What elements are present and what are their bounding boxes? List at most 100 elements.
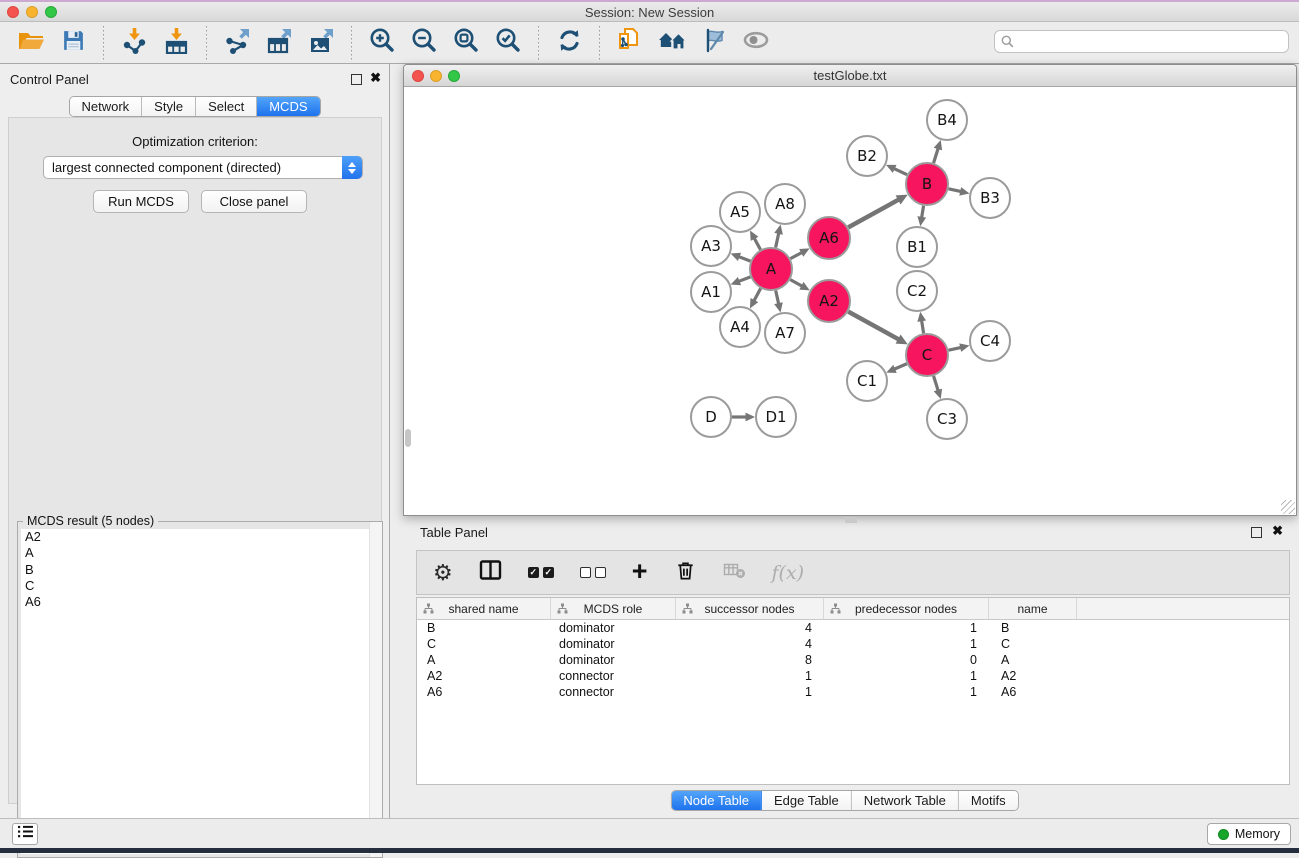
table-toolbar: ⚙ ✓✓ + f(x) bbox=[416, 550, 1290, 595]
table-cell: A6 bbox=[417, 685, 551, 699]
graph-edge-A-A4[interactable] bbox=[754, 288, 761, 301]
memory-button[interactable]: Memory bbox=[1207, 823, 1291, 845]
import-network-button[interactable] bbox=[116, 25, 152, 61]
graph-edge-A-A7[interactable] bbox=[776, 290, 779, 304]
delete-table-button[interactable] bbox=[723, 560, 746, 585]
table-row[interactable]: A6connector11A6 bbox=[417, 684, 1289, 700]
column-header-predecessor-nodes[interactable]: predecessor nodes bbox=[824, 598, 989, 619]
select-all-button[interactable]: ✓✓ bbox=[528, 567, 554, 578]
export-image-button[interactable] bbox=[303, 25, 339, 61]
network-window-titlebar[interactable]: testGlobe.txt bbox=[404, 65, 1296, 87]
tab-network-table[interactable]: Network Table bbox=[852, 791, 959, 810]
tab-mcds[interactable]: MCDS bbox=[257, 97, 319, 116]
function-builder-button[interactable]: f(x) bbox=[772, 562, 805, 584]
open-session-button[interactable] bbox=[13, 25, 49, 61]
zoom-out-button[interactable] bbox=[406, 25, 442, 61]
optimization-criterion-select[interactable]: largest connected component (directed) bbox=[43, 156, 363, 179]
table-cell: 4 bbox=[676, 621, 824, 635]
graph-edge-A-A8[interactable] bbox=[776, 233, 779, 248]
tab-network[interactable]: Network bbox=[69, 97, 142, 116]
network-vscroll-thumb[interactable] bbox=[405, 429, 411, 447]
result-item[interactable]: C bbox=[21, 578, 379, 594]
table-row[interactable]: Cdominator41C bbox=[417, 636, 1289, 652]
table-cell: A2 bbox=[417, 669, 551, 683]
graph-edge-A-A5[interactable] bbox=[754, 238, 760, 250]
result-item[interactable]: A bbox=[21, 545, 379, 561]
column-header-successor-nodes[interactable]: successor nodes bbox=[676, 598, 824, 619]
graph-edge-B-B2[interactable] bbox=[894, 168, 907, 174]
network-resize-grip[interactable] bbox=[1281, 500, 1295, 514]
result-item[interactable]: A6 bbox=[21, 594, 379, 610]
delete-column-button[interactable] bbox=[674, 559, 697, 587]
graph-edge-C-C1[interactable] bbox=[894, 364, 907, 370]
tab-select[interactable]: Select bbox=[196, 97, 257, 116]
select-stepper-icon bbox=[342, 156, 362, 179]
close-table-panel-icon[interactable]: ✖ bbox=[1272, 523, 1283, 539]
table-cell: 1 bbox=[824, 621, 989, 635]
search-input[interactable] bbox=[994, 30, 1289, 53]
column-label: MCDS role bbox=[584, 602, 643, 616]
table-cell: dominator bbox=[551, 653, 676, 667]
table-cell: C bbox=[989, 637, 1077, 651]
table-settings-button[interactable]: ⚙ bbox=[433, 562, 453, 584]
split-view-button[interactable] bbox=[479, 559, 502, 586]
network-canvas[interactable]: AA1A2A3A4A5A6A7A8BB1B2B3B4CC1C2C3C4DD1 bbox=[404, 87, 1296, 515]
graph-edge-A2-C[interactable] bbox=[848, 312, 899, 340]
export-table-button[interactable] bbox=[261, 25, 297, 61]
import-table-button[interactable] bbox=[158, 25, 194, 61]
tab-node-table[interactable]: Node Table bbox=[671, 791, 762, 810]
graph-edge-C-C4[interactable] bbox=[948, 347, 961, 350]
add-column-button[interactable]: + bbox=[632, 561, 648, 585]
table-row[interactable]: Adominator80A bbox=[417, 652, 1289, 668]
column-header-name[interactable]: name bbox=[989, 598, 1077, 619]
graph-edge-A-A6[interactable] bbox=[790, 252, 802, 258]
save-session-button[interactable] bbox=[55, 25, 91, 61]
graph-edge-C-C3[interactable] bbox=[934, 376, 939, 391]
mcds-result-list[interactable]: A2ABCA6 bbox=[21, 529, 379, 854]
network-hscroll-thumb[interactable] bbox=[845, 517, 857, 523]
table-row[interactable]: Bdominator41B bbox=[417, 620, 1289, 636]
graph-edge-B-B4[interactable] bbox=[934, 148, 939, 163]
graph-edge-A-A2[interactable] bbox=[790, 280, 802, 287]
eye-icon bbox=[742, 28, 770, 57]
tab-edge-table[interactable]: Edge Table bbox=[762, 791, 852, 810]
zoom-fit-button[interactable] bbox=[448, 25, 484, 61]
float-panel-icon[interactable] bbox=[351, 74, 362, 85]
column-header-shared-name[interactable]: shared name bbox=[417, 598, 551, 619]
graph-node-label: A6 bbox=[819, 229, 839, 247]
tab-motifs[interactable]: Motifs bbox=[959, 791, 1018, 810]
table-row[interactable]: A2connector11A2 bbox=[417, 668, 1289, 684]
zoom-in-button[interactable] bbox=[364, 25, 400, 61]
table-cell: 8 bbox=[676, 653, 824, 667]
graph-arrowhead bbox=[917, 312, 926, 322]
result-scrollbar[interactable] bbox=[369, 522, 382, 857]
table-cell: connector bbox=[551, 685, 676, 699]
deselect-all-button[interactable] bbox=[580, 567, 606, 578]
tab-style[interactable]: Style bbox=[142, 97, 196, 116]
run-mcds-button[interactable]: Run MCDS bbox=[93, 190, 189, 213]
result-item[interactable]: A2 bbox=[21, 529, 379, 545]
duplicate-network-button[interactable] bbox=[612, 25, 648, 61]
graph-edge-A6-B[interactable] bbox=[848, 199, 899, 227]
close-panel-button[interactable]: Close panel bbox=[201, 190, 307, 213]
hide-selected-button[interactable] bbox=[696, 25, 732, 61]
task-history-button[interactable] bbox=[12, 823, 38, 845]
graph-edge-A-A1[interactable] bbox=[739, 277, 751, 282]
close-panel-icon[interactable]: ✖ bbox=[370, 70, 381, 86]
show-hidden-button[interactable] bbox=[738, 25, 774, 61]
zoom-selected-button[interactable] bbox=[490, 25, 526, 61]
graph-edge-B-B1[interactable] bbox=[922, 206, 924, 218]
table-body: Bdominator41BCdominator41CAdominator80AA… bbox=[417, 620, 1289, 700]
export-network-button[interactable] bbox=[219, 25, 255, 61]
graph-edge-A-A3[interactable] bbox=[739, 257, 751, 262]
result-item[interactable]: B bbox=[21, 562, 379, 578]
graph-edge-B-B3[interactable] bbox=[948, 189, 961, 192]
graph-edge-C-C2[interactable] bbox=[922, 320, 924, 333]
refresh-button[interactable] bbox=[551, 25, 587, 61]
column-header-MCDS-role[interactable]: MCDS role bbox=[551, 598, 676, 619]
float-table-panel-icon[interactable] bbox=[1251, 527, 1262, 538]
control-panel-title: Control Panel bbox=[10, 72, 89, 87]
home-button[interactable] bbox=[654, 25, 690, 61]
toolbar-separator bbox=[599, 26, 600, 60]
toolbar-separator bbox=[103, 26, 104, 60]
